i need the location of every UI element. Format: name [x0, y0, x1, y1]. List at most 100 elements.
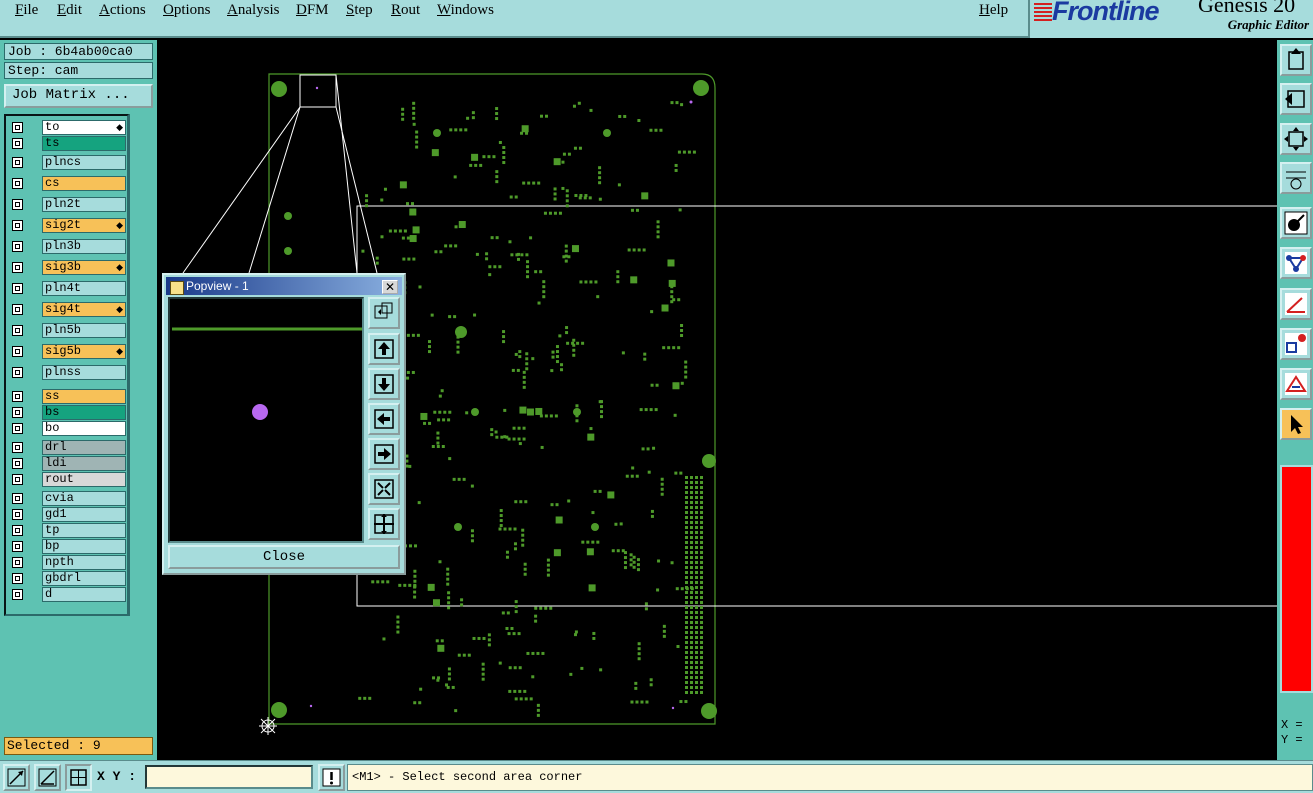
menu-dfm[interactable]: DFM: [296, 2, 329, 19]
menu-step[interactable]: Step: [346, 2, 373, 19]
layer-row[interactable]: cvia: [8, 491, 128, 506]
grid-snap-icon[interactable]: [65, 764, 92, 791]
layer-name[interactable]: sig5b ◆: [42, 344, 126, 359]
layer-name[interactable]: rout: [42, 472, 126, 487]
layer-row[interactable]: bp: [8, 539, 128, 554]
layer-checkbox[interactable]: [12, 423, 23, 434]
layer-row[interactable]: plnss: [8, 365, 128, 380]
layer-name[interactable]: gd1: [42, 507, 126, 522]
layer-row[interactable]: cs: [8, 176, 128, 191]
layer-row[interactable]: pln3b: [8, 239, 128, 254]
layer-row[interactable]: d: [8, 587, 128, 602]
layer-name[interactable]: sig3b ◆: [42, 260, 126, 275]
pan-right-icon[interactable]: [368, 438, 400, 470]
draw-angle-icon[interactable]: [34, 764, 61, 791]
layer-name[interactable]: gbdrl: [42, 571, 126, 586]
layer-row[interactable]: tp: [8, 523, 128, 538]
layer-name[interactable]: ss: [42, 389, 126, 404]
layer-checkbox[interactable]: [12, 458, 23, 469]
layer-name[interactable]: pln2t: [42, 197, 126, 212]
layer-name[interactable]: tp: [42, 523, 126, 538]
clipboard-icon[interactable]: [1280, 44, 1312, 76]
layer-checkbox[interactable]: [12, 220, 23, 231]
layer-name[interactable]: cvia: [42, 491, 126, 506]
layer-row[interactable]: rout: [8, 472, 128, 487]
menu-help[interactable]: Help: [979, 2, 1008, 19]
layer-checkbox[interactable]: [12, 541, 23, 552]
layer-name[interactable]: npth: [42, 555, 126, 570]
pan-down-icon[interactable]: [368, 368, 400, 400]
layer-name[interactable]: sig2t ◆: [42, 218, 126, 233]
layer-row[interactable]: npth: [8, 555, 128, 570]
layer-row[interactable]: pln5b: [8, 323, 128, 338]
layer-checkbox[interactable]: [12, 557, 23, 568]
triangle-tool-icon[interactable]: [1280, 368, 1312, 400]
layer-checkbox[interactable]: [12, 122, 23, 133]
layer-name[interactable]: cs: [42, 176, 126, 191]
layer-row[interactable]: sig2t ◆: [8, 218, 128, 233]
layer-name[interactable]: pln4t: [42, 281, 126, 296]
layer-row[interactable]: ldi: [8, 456, 128, 471]
layer-checkbox[interactable]: [12, 178, 23, 189]
layer-checkbox[interactable]: [12, 407, 23, 418]
alert-icon[interactable]: [318, 764, 345, 791]
zoom-in-icon[interactable]: [368, 473, 400, 505]
layer-checkbox[interactable]: [12, 442, 23, 453]
layer-checkbox[interactable]: [12, 493, 23, 504]
menu-edit[interactable]: Edit: [57, 2, 82, 19]
layer-checkbox[interactable]: [12, 525, 23, 536]
popview-titlebar[interactable]: Popview - 1 ✕: [166, 277, 402, 295]
menu-rout[interactable]: Rout: [391, 2, 420, 19]
layer-row[interactable]: gd1: [8, 507, 128, 522]
layer-checkbox[interactable]: [12, 157, 23, 168]
pan-left-tool-icon[interactable]: [1280, 83, 1312, 115]
layer-row[interactable]: bo: [8, 421, 128, 436]
close-icon[interactable]: ✕: [382, 280, 398, 294]
xy-coordinate-input[interactable]: [145, 765, 313, 789]
zoom-home-icon[interactable]: [1280, 123, 1312, 155]
layer-checkbox[interactable]: [12, 391, 23, 402]
menu-analysis[interactable]: Analysis: [227, 2, 280, 19]
layer-checkbox[interactable]: [12, 283, 23, 294]
layer-name[interactable]: plncs: [42, 155, 126, 170]
layer-list-scrollbar[interactable]: [129, 114, 153, 616]
job-matrix-button[interactable]: Job Matrix ...: [4, 84, 153, 108]
layer-row[interactable]: pln4t: [8, 281, 128, 296]
layer-checkbox[interactable]: [12, 589, 23, 600]
layer-name[interactable]: bp: [42, 539, 126, 554]
layer-row[interactable]: ts: [8, 136, 128, 151]
layer-row[interactable]: to ◆: [8, 120, 128, 135]
layer-row[interactable]: pln2t: [8, 197, 128, 212]
layer-row[interactable]: sig5b ◆: [8, 344, 128, 359]
layer-row[interactable]: plncs: [8, 155, 128, 170]
menu-file[interactable]: File: [15, 2, 38, 19]
pan-left-icon[interactable]: [368, 403, 400, 435]
popview-close-button[interactable]: Close: [168, 545, 400, 569]
net-tool-icon[interactable]: [1280, 247, 1312, 279]
layer-name[interactable]: d: [42, 587, 126, 602]
layer-row[interactable]: gbdrl: [8, 571, 128, 586]
layer-checkbox[interactable]: [12, 262, 23, 273]
layer-name[interactable]: ts: [42, 136, 126, 151]
layer-row[interactable]: drl: [8, 440, 128, 455]
layer-name[interactable]: bo: [42, 421, 126, 436]
layer-checkbox[interactable]: [12, 509, 23, 520]
zoom-fit-icon[interactable]: [368, 297, 400, 329]
layer-row[interactable]: sig4t ◆: [8, 302, 128, 317]
angle-tool-icon[interactable]: [1280, 288, 1312, 320]
layer-checkbox[interactable]: [12, 346, 23, 357]
layer-checkbox[interactable]: [12, 573, 23, 584]
popview-view[interactable]: [168, 297, 364, 543]
layer-checkbox[interactable]: [12, 325, 23, 336]
layer-row[interactable]: bs: [8, 405, 128, 420]
layer-name[interactable]: plnss: [42, 365, 126, 380]
layer-name[interactable]: drl: [42, 440, 126, 455]
layer-checkbox[interactable]: [12, 241, 23, 252]
pan-up-icon[interactable]: [368, 333, 400, 365]
layer-checkbox[interactable]: [12, 367, 23, 378]
zoom-out-icon[interactable]: [368, 508, 400, 540]
menu-actions[interactable]: Actions: [99, 2, 146, 19]
layer-checkbox[interactable]: [12, 138, 23, 149]
layer-name[interactable]: sig4t ◆: [42, 302, 126, 317]
layer-name[interactable]: pln5b: [42, 323, 126, 338]
